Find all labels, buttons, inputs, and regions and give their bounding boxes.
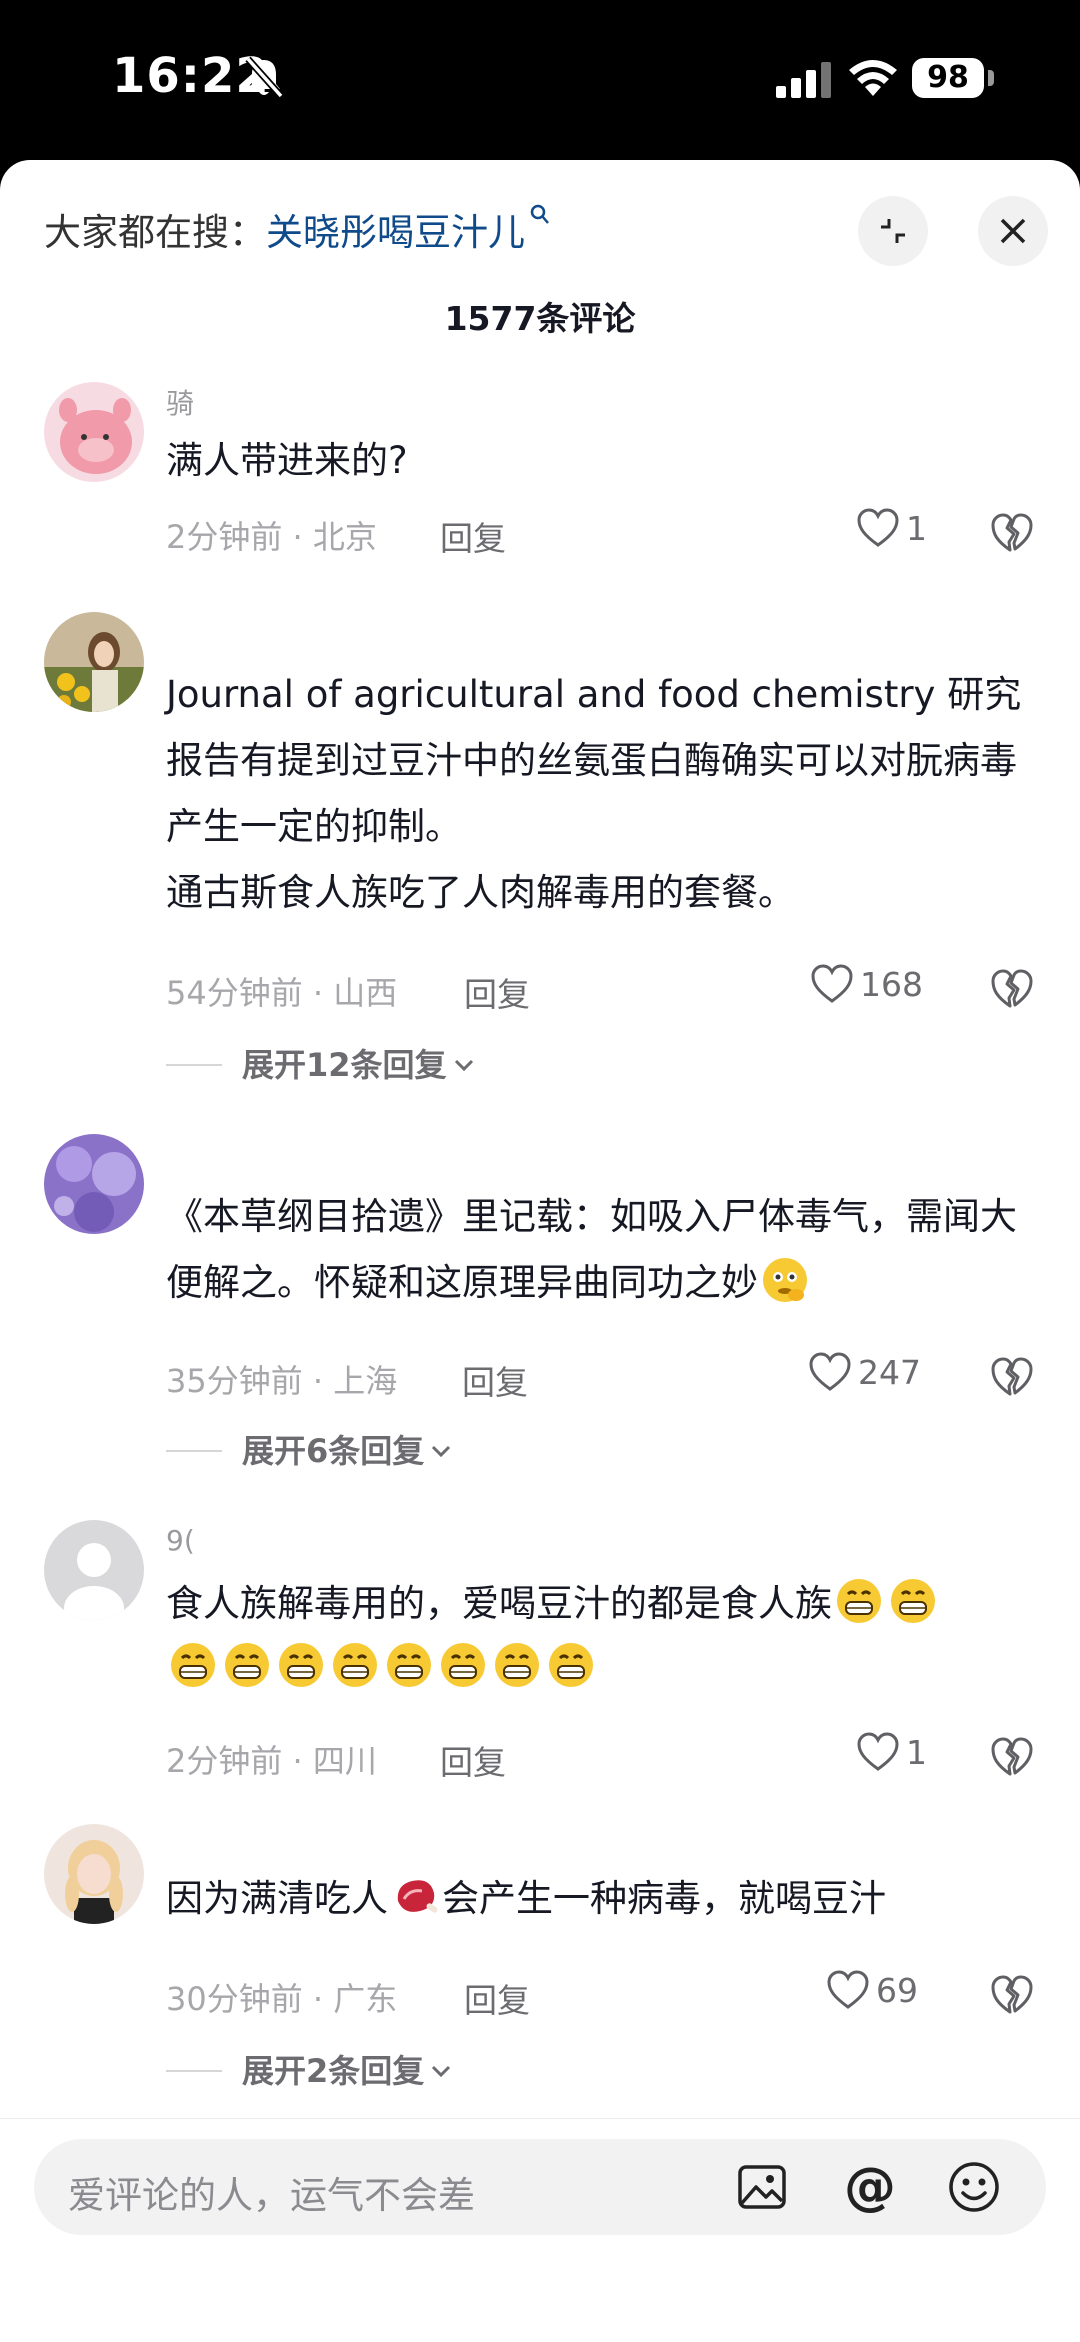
grin-emoji-icon (279, 1643, 323, 1687)
status-bar: 16:22 98 (0, 0, 1080, 160)
grin-emoji-icon (891, 1579, 935, 1623)
grin-emoji-icon (333, 1643, 377, 1687)
heart-icon (811, 964, 853, 1003)
comment-meta: 2分钟前 · 四川 (166, 1742, 377, 1780)
grin-emoji-icon (495, 1643, 539, 1687)
avatar[interactable] (44, 1824, 144, 1924)
search-hint-prefix: 大家都在搜： (44, 211, 266, 254)
like-button[interactable]: 1 (856, 508, 927, 556)
image-icon[interactable] (734, 2159, 790, 2215)
search-hint-keyword[interactable]: 关晓彤喝豆汁儿 (266, 211, 525, 254)
grin-emoji-icon (225, 1643, 269, 1687)
comment-text: 《本草纲目拾遗》里记载：如吸入尸体毒气，需闻大便解之。怀疑和这原理异曲同功之妙 (166, 1184, 1034, 1316)
close-button[interactable] (978, 196, 1048, 266)
divider-line (166, 1450, 222, 1452)
meat-emoji-icon (397, 1880, 438, 1913)
reply-button[interactable]: 回复 (462, 1356, 528, 1404)
thinking-emoji-icon (763, 1258, 807, 1302)
grin-emoji-icon (387, 1643, 431, 1687)
comment-text: 食人族解毒用的，爱喝豆汁的都是食人族 (166, 1572, 1034, 1700)
comment-input-placeholder: 爱评论的人，运气不会差 (68, 2174, 475, 2217)
reply-button[interactable]: 回复 (464, 1974, 530, 2022)
comment-text: 因为满清吃人 会产生一种病毒，就喝豆汁 (166, 1870, 1034, 1928)
divider-line (166, 2070, 222, 2072)
chevron-down-icon (432, 2065, 451, 2078)
signal-icon (776, 62, 831, 98)
avatar[interactable] (44, 1520, 144, 1620)
avatar[interactable] (44, 382, 144, 482)
close-icon (1000, 218, 1026, 244)
comment-meta: 35分钟前 · 上海 (166, 1362, 398, 1400)
username[interactable]: 9( (166, 1524, 195, 1557)
grin-emoji-icon (549, 1643, 593, 1687)
grin-emoji-icon (837, 1579, 881, 1623)
expand-replies-label: 展开12条回复 (242, 1046, 447, 1084)
like-button[interactable]: 247 (808, 1352, 921, 1400)
collapse-button[interactable] (858, 196, 928, 266)
like-count: 1 (906, 509, 927, 548)
broken-heart-icon[interactable] (990, 1734, 1034, 1778)
reply-button[interactable]: 回复 (440, 512, 506, 560)
expand-replies-label: 展开2条回复 (242, 2052, 425, 2090)
reply-button[interactable]: 回复 (464, 968, 530, 1016)
broken-heart-icon[interactable] (990, 966, 1034, 1010)
comment-meta: 54分钟前 · 山西 (166, 974, 398, 1012)
wifi-icon (849, 60, 897, 96)
like-count: 69 (876, 1971, 918, 2010)
comment-count: 1577条评论 (444, 299, 636, 338)
heart-icon (827, 1970, 869, 2009)
chevron-down-icon (454, 1059, 473, 1072)
comment-text-body: 《本草纲目拾遗》里记载：如吸入尸体毒气，需闻大便解之。怀疑和这原理异曲同功之妙 (166, 1195, 1017, 1304)
like-count: 1 (906, 1733, 927, 1772)
battery-nub (988, 70, 994, 86)
reply-button[interactable]: 回复 (440, 1736, 506, 1784)
like-button[interactable]: 168 (810, 964, 923, 1012)
comment-meta: 2分钟前 · 北京 (166, 518, 377, 556)
heart-icon (809, 1352, 851, 1391)
comment-meta: 30分钟前 · 广东 (166, 1980, 398, 2018)
heart-icon (857, 1732, 899, 1771)
search-icon (530, 204, 549, 224)
comment-input-bar: 爱评论的人，运气不会差 @ (0, 2118, 1080, 2342)
avatar[interactable] (44, 612, 144, 712)
comment-text: Journal of agricultural and food chemist… (166, 673, 1022, 914)
broken-heart-icon[interactable] (990, 510, 1034, 554)
comment-text-part2: 会产生一种病毒，就喝豆汁 (442, 1877, 886, 1920)
grin-emoji-icon (171, 1643, 215, 1687)
expand-replies-button[interactable]: 展开2条回复 (166, 2046, 452, 2092)
expand-replies-label: 展开6条回复 (242, 1432, 425, 1470)
like-count: 247 (858, 1353, 921, 1392)
comment-text-part1: 因为满清吃人 (166, 1877, 388, 1920)
like-button[interactable]: 1 (856, 1732, 927, 1780)
chevron-down-icon (432, 1445, 451, 1458)
expand-replies-button[interactable]: 展开12条回复 (166, 1040, 475, 1086)
divider-line (166, 1064, 222, 1066)
heart-icon (857, 508, 899, 547)
expand-replies-button[interactable]: 展开6条回复 (166, 1426, 452, 1472)
trending-search-hint[interactable]: 大家都在搜：关晓彤喝豆汁儿 (44, 202, 551, 256)
broken-heart-icon[interactable] (990, 1972, 1034, 2016)
username[interactable]: 骑 (166, 382, 194, 422)
comment-input[interactable]: 爱评论的人，运气不会差 @ (34, 2139, 1046, 2235)
comment-sheet: 大家都在搜：关晓彤喝豆汁儿 1577条评论 骑 满人带进来的? 2分钟前 · 北… (0, 160, 1080, 2342)
grin-emoji-icon (441, 1643, 485, 1687)
comment-text-body: 食人族解毒用的，爱喝豆汁的都是食人族 (166, 1582, 832, 1625)
at-mention-icon[interactable]: @ (842, 2159, 898, 2215)
broken-heart-icon[interactable] (990, 1354, 1034, 1398)
emoji-picker-icon[interactable] (946, 2159, 1002, 2215)
like-button[interactable]: 69 (826, 1970, 918, 2018)
avatar[interactable] (44, 1134, 144, 1234)
collapse-icon (881, 219, 905, 243)
battery-indicator: 98 (912, 58, 984, 98)
comment-text: 满人带进来的? (166, 439, 408, 482)
like-count: 168 (860, 965, 923, 1004)
bell-slash-icon (245, 56, 284, 99)
